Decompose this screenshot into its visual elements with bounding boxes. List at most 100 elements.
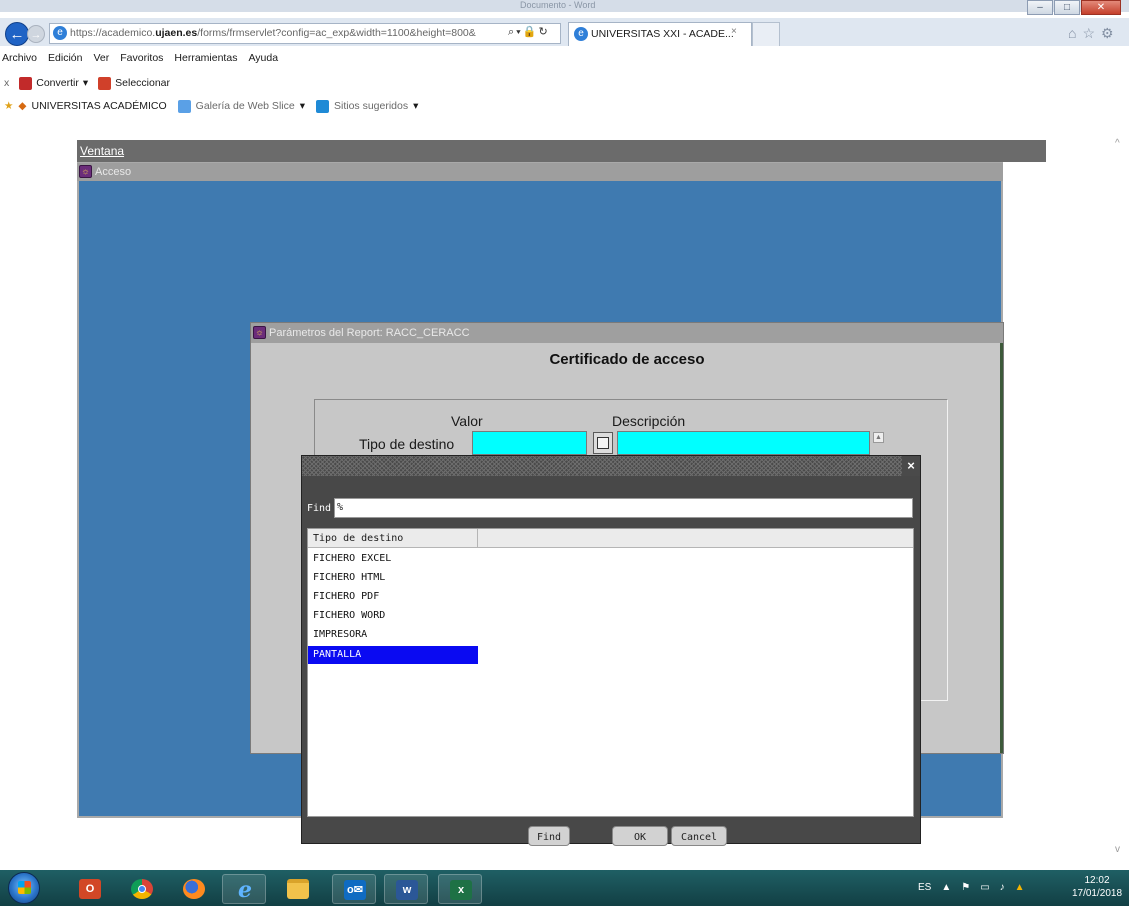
taskbar-app-outlook[interactable]: o✉	[332, 874, 376, 904]
report-params-title-bar: ☼ Parámetros del Report: RACC_CERACC	[251, 323, 1003, 343]
lov-row-pantalla-selected[interactable]: PANTALLA	[308, 646, 478, 664]
flag-icon[interactable]: ⚑	[961, 882, 970, 893]
list-of-values-icon	[597, 437, 609, 449]
lov-row-fichero-html[interactable]: FICHERO HTML	[308, 569, 478, 587]
suggested-dropdown-icon[interactable]: ▾	[413, 100, 418, 112]
taskbar-app-ie[interactable]: e	[222, 874, 266, 904]
descripcion-column-label: Descripción	[612, 413, 686, 429]
convert-dropdown-icon[interactable]: ▾	[83, 77, 88, 89]
forward-arrow-icon: →	[30, 29, 42, 41]
taskbar-app-word[interactable]: w	[384, 874, 428, 904]
favorites-bar: ★ ◆ UNIVERSITAS ACADÉMICO Galería de Web…	[0, 98, 418, 114]
office-icon: O	[79, 879, 101, 899]
oracle-forms-icon: ☼	[253, 326, 266, 339]
lov-row-impresora[interactable]: IMPRESORA	[308, 626, 478, 644]
back-button[interactable]: ←	[5, 22, 29, 46]
find-input[interactable]: %	[334, 498, 913, 518]
back-arrow-icon: ←	[9, 26, 25, 43]
cloud-icon[interactable]: ▲	[1015, 882, 1025, 893]
taskbar-app-office[interactable]: O	[68, 874, 112, 904]
lov-ok-button[interactable]: OK	[612, 826, 668, 846]
settings-gear-icon[interactable]: ⚙	[1101, 25, 1120, 41]
lov-close-icon[interactable]: ×	[902, 456, 920, 476]
params-scroll-up-icon[interactable]: ▲	[873, 432, 884, 443]
home-icon[interactable]: ⌂	[1068, 25, 1082, 41]
select-button[interactable]: Seleccionar	[115, 77, 170, 89]
menu-herramientas[interactable]: Herramientas	[174, 52, 237, 68]
chrome-icon	[131, 879, 153, 899]
taskbar-app-firefox[interactable]	[172, 874, 216, 904]
lov-row-fichero-word[interactable]: FICHERO WORD	[308, 607, 478, 625]
search-icon[interactable]: ⌕	[508, 26, 516, 38]
web-slice-dropdown-icon[interactable]: ▾	[300, 100, 305, 112]
browser-title-bar: Documento - Word	[0, 0, 1129, 12]
select-icon	[98, 76, 112, 90]
page-scroll-up-icon[interactable]: ^	[1115, 138, 1120, 149]
clock[interactable]: 12:02 17/01/2018	[1068, 874, 1126, 900]
language-indicator[interactable]: ES	[918, 882, 931, 893]
menu-edicion[interactable]: Edición	[48, 52, 82, 68]
dropdown-icon[interactable]: ▾	[516, 26, 523, 38]
taskbar-app-chrome[interactable]	[120, 874, 164, 904]
favorite-web-slice[interactable]: Galería de Web Slice	[196, 100, 295, 112]
maximize-button[interactable]: □	[1054, 0, 1080, 15]
menu-favoritos[interactable]: Favoritos	[120, 52, 163, 68]
lov-cancel-button[interactable]: Cancel	[671, 826, 727, 846]
window-title: Documento - Word	[520, 0, 596, 10]
system-tray: ES ▲ ⚑ ▭ ♪ ▲	[918, 882, 1025, 893]
lock-icon[interactable]: 🔒	[523, 26, 539, 38]
tab-close-icon[interactable]: ×	[731, 26, 737, 37]
menu-ayuda[interactable]: Ayuda	[248, 52, 278, 68]
lov-row-fichero-excel[interactable]: FICHERO EXCEL	[308, 550, 478, 568]
close-window-button[interactable]: ✕	[1081, 0, 1121, 15]
folder-icon	[287, 879, 309, 899]
favorite-suggested-sites[interactable]: Sitios sugeridos	[334, 100, 408, 112]
ie-page-icon: e	[53, 26, 67, 40]
internet-explorer-icon: e	[238, 877, 252, 903]
lov-column-header[interactable]: Tipo de destino	[308, 529, 478, 548]
address-url: https://academico.ujaen.es/forms/frmserv…	[70, 27, 476, 39]
menu-ver[interactable]: Ver	[93, 52, 109, 68]
tipo-destino-value-field[interactable]	[472, 431, 587, 455]
favorite-universitas[interactable]: UNIVERSITAS ACADÉMICO	[32, 100, 167, 112]
acceso-title-bar: ☼ Acceso	[77, 163, 1003, 181]
oracle-forms-icon: ☼	[79, 165, 92, 178]
tipo-destino-description-field[interactable]	[617, 431, 870, 455]
excel-icon: x	[450, 880, 472, 900]
valor-column-label: Valor	[451, 413, 483, 429]
menu-bar: Archivo Edición Ver Favoritos Herramient…	[0, 52, 278, 68]
lov-button[interactable]	[593, 432, 613, 454]
minimize-button[interactable]: –	[1027, 0, 1053, 15]
convert-pdf-icon	[19, 76, 33, 90]
acceso-title: Acceso	[95, 166, 132, 178]
clock-date: 17/01/2018	[1071, 888, 1123, 899]
favorites-star-add-icon[interactable]: ★	[4, 100, 13, 112]
forward-button[interactable]: →	[27, 25, 45, 43]
taskbar-app-excel[interactable]: x	[438, 874, 482, 904]
menu-archivo[interactable]: Archivo	[2, 52, 37, 68]
network-icon[interactable]: ▭	[980, 882, 989, 893]
start-button[interactable]	[8, 872, 40, 904]
new-tab-button[interactable]	[752, 22, 780, 46]
lov-title-bar[interactable]	[302, 456, 920, 476]
ie-tab-icon: e	[574, 27, 588, 41]
lov-row-fichero-pdf[interactable]: FICHERO PDF	[308, 588, 478, 606]
tab-active[interactable]: e UNIVERSITAS XXI - ACADE...	[568, 22, 752, 46]
favorites-star-icon[interactable]: ☆	[1082, 25, 1101, 41]
lov-find-button[interactable]: Find	[528, 826, 570, 846]
address-bar[interactable]: e https://academico.ujaen.es/forms/frmse…	[49, 23, 561, 44]
volume-icon[interactable]: ♪	[1000, 882, 1005, 893]
toolbar-close-icon[interactable]: x	[4, 77, 9, 89]
page-scroll-down-icon[interactable]: v	[1115, 844, 1120, 855]
taskbar-app-explorer[interactable]	[276, 874, 320, 904]
convert-button[interactable]: Convertir	[36, 77, 79, 89]
address-tools: ⌕▾🔒↻	[508, 25, 560, 42]
outlook-icon: o✉	[344, 880, 366, 900]
report-params-title: Parámetros del Report: RACC_CERACC	[269, 327, 470, 339]
refresh-icon[interactable]: ↻	[539, 26, 550, 38]
browser-right-icons: ⌂☆⚙	[1068, 25, 1120, 42]
menu-ventana[interactable]: Ventana	[80, 144, 124, 158]
tray-expand-icon[interactable]: ▲	[941, 882, 951, 893]
windows-logo-icon	[18, 881, 31, 894]
certificate-heading: Certificado de acceso	[549, 351, 705, 368]
